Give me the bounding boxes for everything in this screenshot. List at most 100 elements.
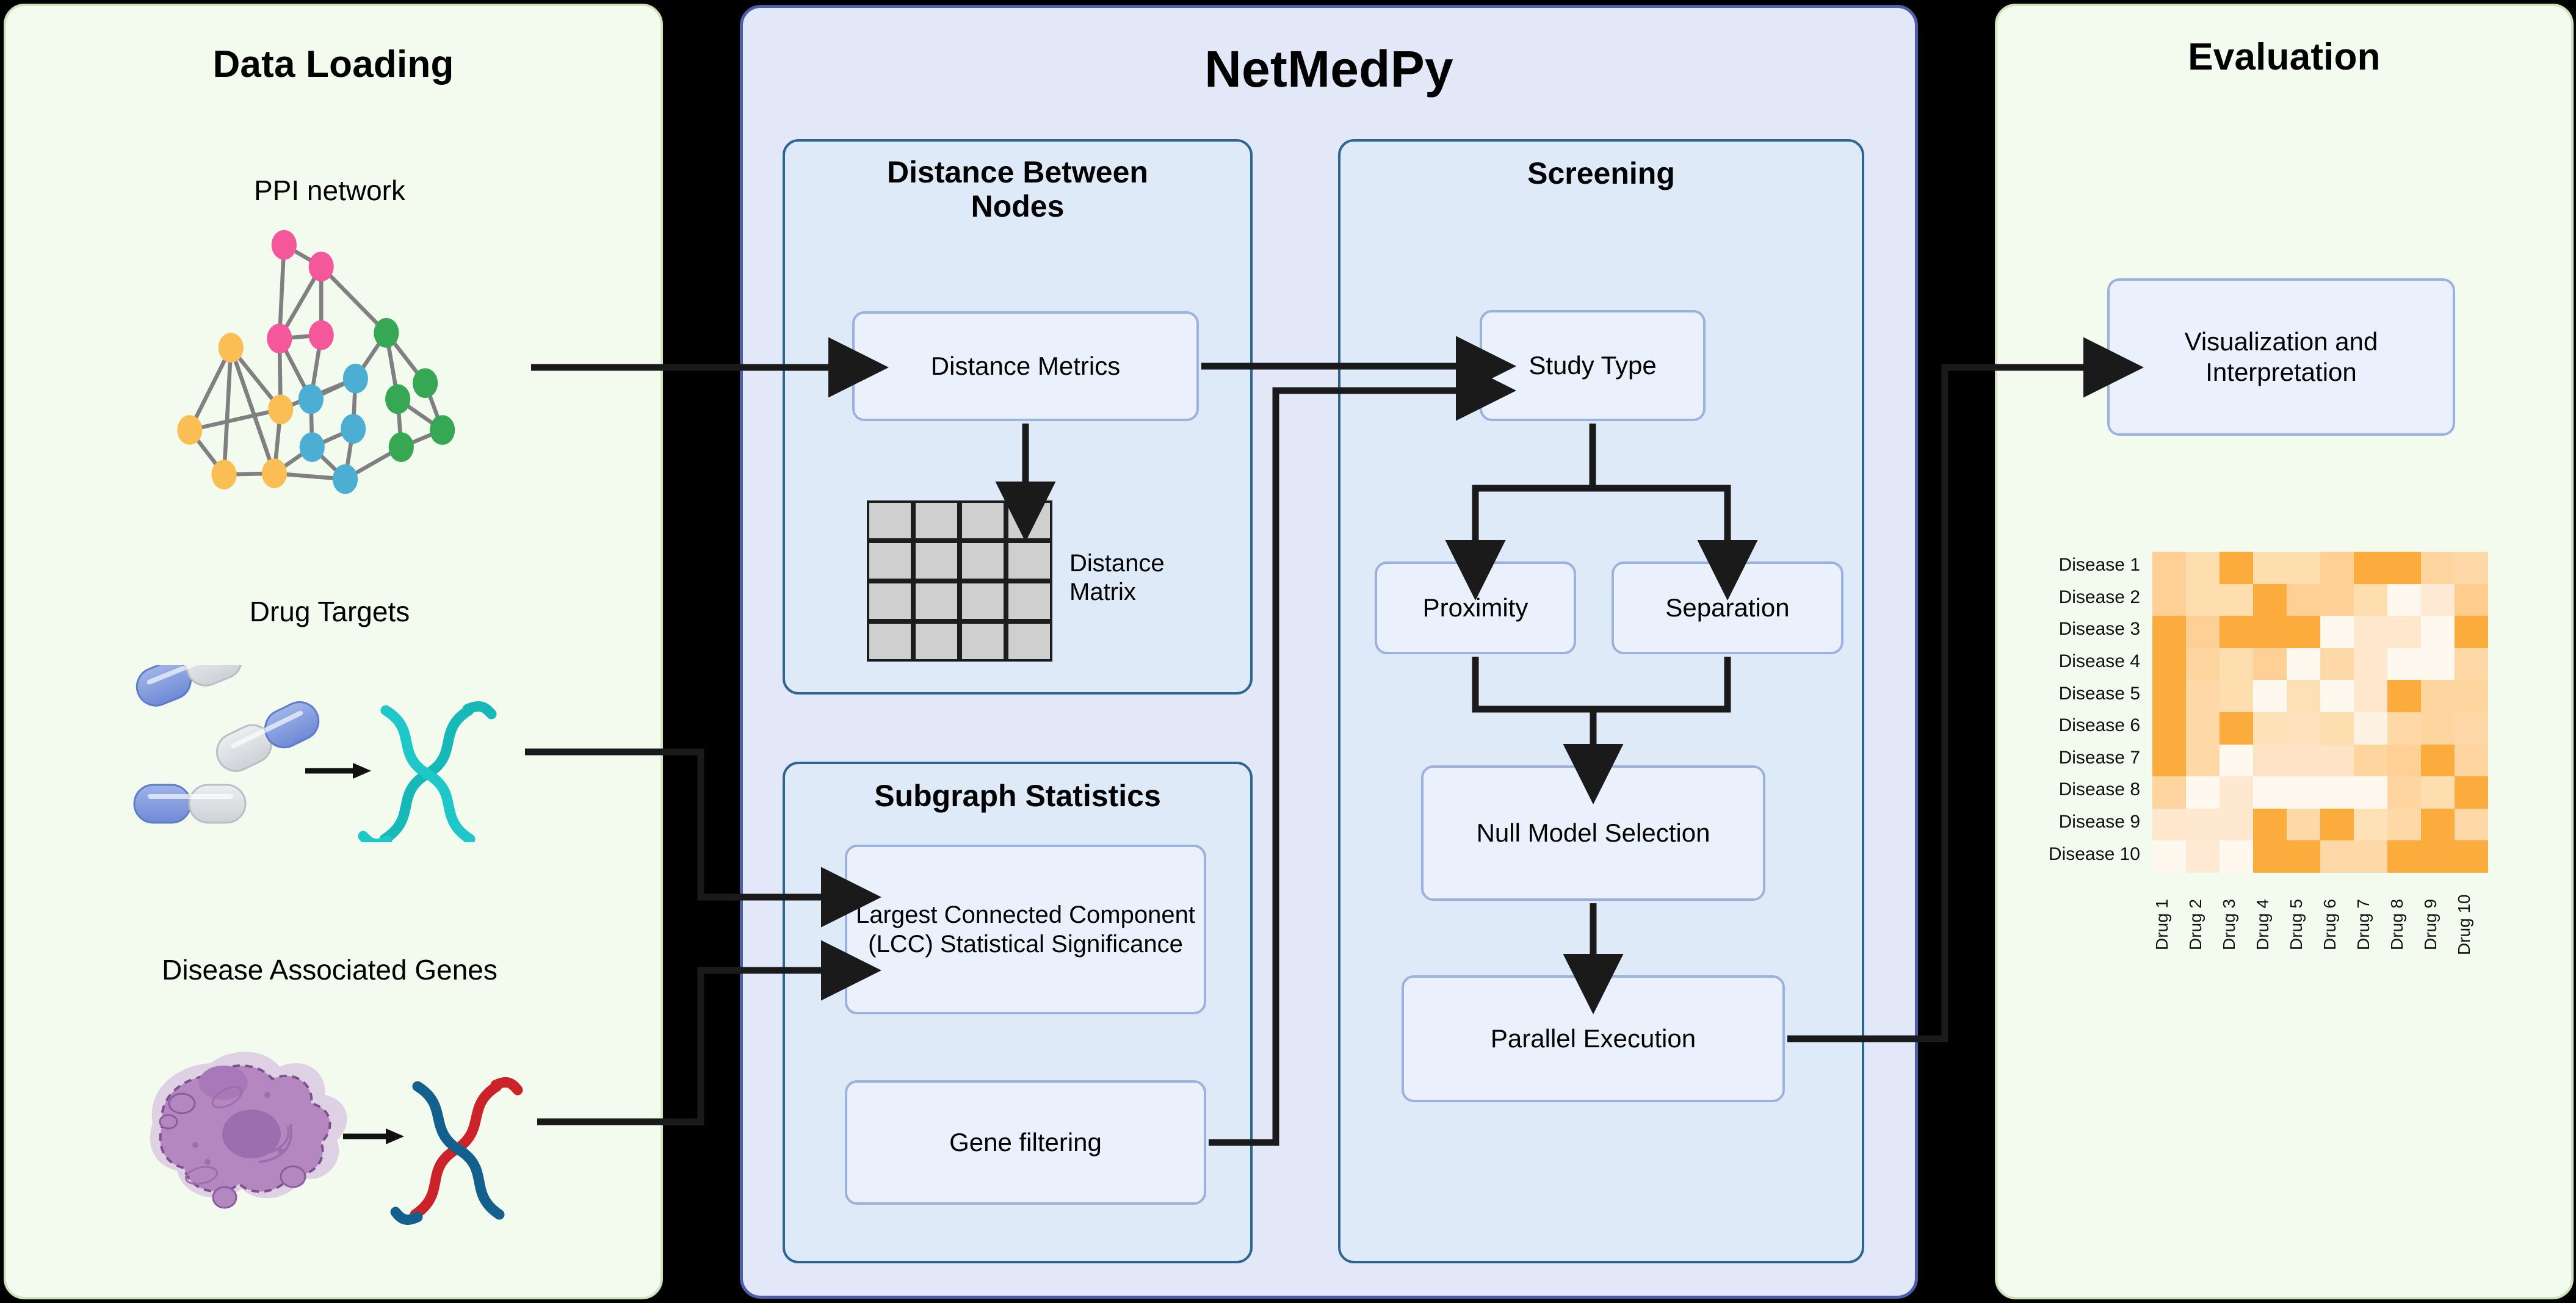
heatmap-cell	[2320, 712, 2354, 745]
heatmap-cell	[2287, 744, 2320, 777]
heatmap-cell	[2287, 552, 2320, 584]
heatmap-row-label: Disease 9	[2058, 812, 2140, 832]
heatmap-cell	[2186, 552, 2220, 584]
heatmap-column-label: Drug 8	[2387, 898, 2406, 951]
heatmap-cell	[2320, 648, 2354, 680]
heatmap-cell	[2387, 583, 2421, 616]
heatmap-cell	[2253, 808, 2287, 841]
heatmap-row-label: Disease 4	[2058, 651, 2140, 672]
node-separation[interactable]: Separation	[1612, 561, 1843, 654]
node-gene-filtering[interactable]: Gene filtering	[845, 1080, 1206, 1205]
ppi-node	[271, 229, 297, 260]
heatmap-cell	[2354, 552, 2387, 584]
heatmap-cell	[2287, 840, 2320, 873]
heatmap-cell	[2387, 776, 2421, 809]
node-study-type[interactable]: Study Type	[1480, 310, 1706, 421]
heatmap-row-label: Disease 2	[2058, 587, 2140, 607]
heatmap-cell	[2186, 583, 2220, 616]
heatmap-column-labels: Drug 1 Drug 2 Drug 3 Drug 4 Drug 5 Drug 6 Drug…	[2152, 879, 2488, 970]
node-proximity[interactable]: Proximity	[1375, 561, 1576, 654]
heatmap-cell	[2455, 552, 2488, 584]
diagram-canvas: Data Loading PPI network Drug Targets Di…	[0, 0, 2576, 1303]
ppi-node	[308, 320, 334, 350]
subpanel-title-distance-line1: Distance Between	[887, 155, 1148, 189]
ppi-node	[267, 323, 292, 354]
node-parallel-execution[interactable]: Parallel Execution	[1402, 975, 1785, 1102]
heatmap-cell	[2253, 744, 2287, 777]
heatmap-cell	[2387, 712, 2421, 745]
distance-matrix-cell	[960, 500, 1006, 541]
heatmap-cell	[2387, 840, 2421, 873]
heatmap-cell	[2253, 583, 2287, 616]
ppi-node	[341, 414, 366, 444]
node-null-model-selection[interactable]: Null Model Selection	[1421, 765, 1765, 901]
heatmap-cell	[2320, 552, 2354, 584]
heatmap-cell	[2220, 552, 2253, 584]
ppi-node	[308, 251, 334, 282]
ppi-node	[332, 464, 358, 494]
heatmap-cell	[2320, 680, 2354, 712]
heatmap-cell	[2220, 840, 2253, 873]
heatmap-cell	[2455, 616, 2488, 648]
heatmap-cell	[2455, 680, 2488, 712]
heatmap-cell	[2320, 808, 2354, 841]
heatmap-cell	[2421, 840, 2455, 873]
heatmap-column-label: Drug 10	[2455, 894, 2473, 955]
ppi-node	[218, 333, 244, 363]
heatmap-cell	[2387, 616, 2421, 648]
capsule-icon	[136, 665, 243, 707]
subpanel-title-distance-line2: Nodes	[971, 189, 1065, 223]
heatmap-cells	[2152, 552, 2488, 873]
heatmap-cell	[2354, 808, 2387, 841]
distance-matrix-cell	[1006, 500, 1052, 541]
heatmap-cell	[2220, 712, 2253, 745]
label-ppi-network: PPI network	[254, 175, 405, 206]
distance-matrix-cell	[867, 541, 913, 581]
distance-matrix-cell	[913, 581, 960, 621]
heatmap-cell	[2220, 680, 2253, 712]
heatmap-cell	[2287, 616, 2320, 648]
label-disease-associated-genes: Disease Associated Genes	[162, 954, 497, 986]
heatmap-cell	[2354, 776, 2387, 809]
heatmap-cell	[2421, 583, 2455, 616]
distance-matrix-cell	[960, 541, 1006, 581]
node-distance-metrics[interactable]: Distance Metrics	[852, 311, 1199, 421]
panel-title-evaluation: Evaluation	[2188, 36, 2381, 78]
heatmap-cell	[2253, 680, 2287, 712]
heatmap-cell	[2253, 552, 2287, 584]
ppi-node	[177, 415, 203, 445]
capsule-icon	[215, 701, 320, 772]
heatmap-cell	[2455, 808, 2488, 841]
heatmap-cell	[2186, 808, 2220, 841]
heatmap-cell	[2186, 680, 2220, 712]
heatmap-cell	[2387, 552, 2421, 584]
heatmap-row-label: Disease 1	[2058, 555, 2140, 576]
ppi-node	[298, 384, 324, 414]
heatmap-cell	[2152, 648, 2186, 680]
subpanel-title-screening: Screening	[1527, 156, 1675, 190]
distance-matrix-cell	[867, 500, 913, 541]
heatmap-row-label: Disease 6	[2058, 715, 2140, 736]
heatmap-cell	[2152, 680, 2186, 712]
panel-title-netmedpy: NetMedPy	[1204, 40, 1453, 98]
heatmap-cell	[2152, 840, 2186, 873]
heatmap-row-label: Disease 7	[2058, 747, 2140, 768]
heatmap-cell	[2354, 840, 2387, 873]
heatmap-cell	[2387, 744, 2421, 777]
heatmap-cell	[2220, 616, 2253, 648]
ppi-node	[413, 368, 438, 399]
heatmap-column-label: Drug 4	[2253, 898, 2272, 951]
heatmap-cell	[2320, 616, 2354, 648]
node-lcc-statistical-significance[interactable]: Largest Connected Component (LCC) Statis…	[845, 845, 1206, 1014]
ppi-node	[374, 318, 399, 348]
heatmap-cell	[2354, 712, 2387, 745]
ppi-node	[385, 384, 411, 414]
heatmap-cell	[2455, 648, 2488, 680]
arrow-icon	[305, 763, 371, 779]
heatmap-cell	[2354, 744, 2387, 777]
node-visualization-and-interpretation[interactable]: Visualization and Interpretation	[2107, 278, 2455, 436]
heatmap-cell	[2220, 744, 2253, 777]
heatmap-cell	[2421, 616, 2455, 648]
ppi-node	[342, 363, 368, 394]
heatmap-cell	[2152, 552, 2186, 584]
